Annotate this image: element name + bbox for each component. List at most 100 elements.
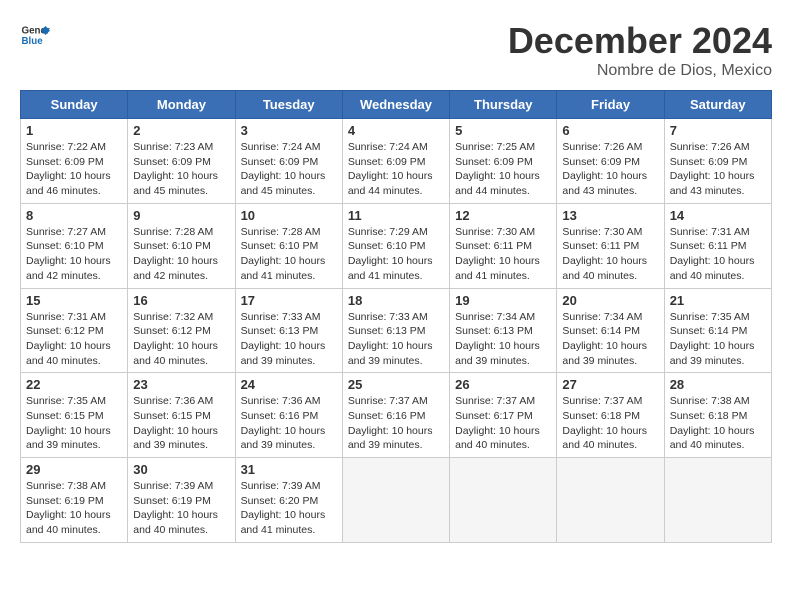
logo: General Blue [20, 20, 50, 50]
day-number: 17 [241, 293, 337, 308]
day-number: 3 [241, 123, 337, 138]
calendar-cell: 8 Sunrise: 7:27 AMSunset: 6:10 PMDayligh… [21, 203, 128, 288]
weekday-header-thursday: Thursday [450, 91, 557, 119]
day-number: 29 [26, 462, 122, 477]
day-info: Sunrise: 7:38 AMSunset: 6:19 PMDaylight:… [26, 479, 122, 538]
day-info: Sunrise: 7:24 AMSunset: 6:09 PMDaylight:… [241, 140, 337, 199]
day-number: 12 [455, 208, 551, 223]
calendar-cell: 9 Sunrise: 7:28 AMSunset: 6:10 PMDayligh… [128, 203, 235, 288]
day-number: 4 [348, 123, 444, 138]
location: Nombre de Dios, Mexico [508, 62, 772, 80]
calendar-cell: 7 Sunrise: 7:26 AMSunset: 6:09 PMDayligh… [664, 119, 771, 204]
day-info: Sunrise: 7:35 AMSunset: 6:15 PMDaylight:… [26, 394, 122, 453]
day-info: Sunrise: 7:26 AMSunset: 6:09 PMDaylight:… [562, 140, 658, 199]
title-block: December 2024 Nombre de Dios, Mexico [508, 20, 772, 80]
day-info: Sunrise: 7:37 AMSunset: 6:16 PMDaylight:… [348, 394, 444, 453]
calendar-cell: 10 Sunrise: 7:28 AMSunset: 6:10 PMDaylig… [235, 203, 342, 288]
day-number: 28 [670, 377, 766, 392]
day-info: Sunrise: 7:34 AMSunset: 6:14 PMDaylight:… [562, 310, 658, 369]
weekday-header-friday: Friday [557, 91, 664, 119]
day-info: Sunrise: 7:22 AMSunset: 6:09 PMDaylight:… [26, 140, 122, 199]
day-number: 25 [348, 377, 444, 392]
weekday-header-row: SundayMondayTuesdayWednesdayThursdayFrid… [21, 91, 772, 119]
day-number: 9 [133, 208, 229, 223]
day-info: Sunrise: 7:38 AMSunset: 6:18 PMDaylight:… [670, 394, 766, 453]
day-info: Sunrise: 7:28 AMSunset: 6:10 PMDaylight:… [133, 225, 229, 284]
day-info: Sunrise: 7:27 AMSunset: 6:10 PMDaylight:… [26, 225, 122, 284]
day-number: 23 [133, 377, 229, 392]
logo-icon: General Blue [20, 20, 50, 50]
day-info: Sunrise: 7:35 AMSunset: 6:14 PMDaylight:… [670, 310, 766, 369]
day-number: 21 [670, 293, 766, 308]
calendar-cell: 16 Sunrise: 7:32 AMSunset: 6:12 PMDaylig… [128, 288, 235, 373]
page-header: General Blue December 2024 Nombre de Dio… [20, 20, 772, 80]
calendar-cell: 6 Sunrise: 7:26 AMSunset: 6:09 PMDayligh… [557, 119, 664, 204]
weekday-header-sunday: Sunday [21, 91, 128, 119]
calendar-cell: 13 Sunrise: 7:30 AMSunset: 6:11 PMDaylig… [557, 203, 664, 288]
day-info: Sunrise: 7:37 AMSunset: 6:17 PMDaylight:… [455, 394, 551, 453]
day-number: 2 [133, 123, 229, 138]
calendar-cell: 14 Sunrise: 7:31 AMSunset: 6:11 PMDaylig… [664, 203, 771, 288]
weekday-header-monday: Monday [128, 91, 235, 119]
calendar-table: SundayMondayTuesdayWednesdayThursdayFrid… [20, 90, 772, 543]
calendar-cell: 24 Sunrise: 7:36 AMSunset: 6:16 PMDaylig… [235, 373, 342, 458]
day-info: Sunrise: 7:33 AMSunset: 6:13 PMDaylight:… [348, 310, 444, 369]
day-number: 6 [562, 123, 658, 138]
day-info: Sunrise: 7:39 AMSunset: 6:19 PMDaylight:… [133, 479, 229, 538]
day-info: Sunrise: 7:39 AMSunset: 6:20 PMDaylight:… [241, 479, 337, 538]
day-number: 10 [241, 208, 337, 223]
day-number: 15 [26, 293, 122, 308]
calendar-cell: 17 Sunrise: 7:33 AMSunset: 6:13 PMDaylig… [235, 288, 342, 373]
day-number: 18 [348, 293, 444, 308]
calendar-cell: 23 Sunrise: 7:36 AMSunset: 6:15 PMDaylig… [128, 373, 235, 458]
calendar-cell [664, 458, 771, 543]
day-number: 24 [241, 377, 337, 392]
calendar-week-row: 29 Sunrise: 7:38 AMSunset: 6:19 PMDaylig… [21, 458, 772, 543]
day-info: Sunrise: 7:24 AMSunset: 6:09 PMDaylight:… [348, 140, 444, 199]
day-info: Sunrise: 7:31 AMSunset: 6:11 PMDaylight:… [670, 225, 766, 284]
day-number: 26 [455, 377, 551, 392]
day-number: 27 [562, 377, 658, 392]
day-number: 14 [670, 208, 766, 223]
calendar-cell: 30 Sunrise: 7:39 AMSunset: 6:19 PMDaylig… [128, 458, 235, 543]
day-number: 8 [26, 208, 122, 223]
day-info: Sunrise: 7:29 AMSunset: 6:10 PMDaylight:… [348, 225, 444, 284]
calendar-cell: 12 Sunrise: 7:30 AMSunset: 6:11 PMDaylig… [450, 203, 557, 288]
calendar-cell: 31 Sunrise: 7:39 AMSunset: 6:20 PMDaylig… [235, 458, 342, 543]
day-info: Sunrise: 7:36 AMSunset: 6:16 PMDaylight:… [241, 394, 337, 453]
calendar-cell: 26 Sunrise: 7:37 AMSunset: 6:17 PMDaylig… [450, 373, 557, 458]
calendar-cell: 3 Sunrise: 7:24 AMSunset: 6:09 PMDayligh… [235, 119, 342, 204]
day-number: 30 [133, 462, 229, 477]
calendar-cell: 2 Sunrise: 7:23 AMSunset: 6:09 PMDayligh… [128, 119, 235, 204]
day-info: Sunrise: 7:34 AMSunset: 6:13 PMDaylight:… [455, 310, 551, 369]
calendar-cell: 21 Sunrise: 7:35 AMSunset: 6:14 PMDaylig… [664, 288, 771, 373]
day-number: 7 [670, 123, 766, 138]
day-number: 31 [241, 462, 337, 477]
day-info: Sunrise: 7:37 AMSunset: 6:18 PMDaylight:… [562, 394, 658, 453]
day-number: 13 [562, 208, 658, 223]
calendar-cell: 29 Sunrise: 7:38 AMSunset: 6:19 PMDaylig… [21, 458, 128, 543]
day-number: 1 [26, 123, 122, 138]
day-number: 5 [455, 123, 551, 138]
day-number: 19 [455, 293, 551, 308]
day-info: Sunrise: 7:30 AMSunset: 6:11 PMDaylight:… [562, 225, 658, 284]
calendar-week-row: 8 Sunrise: 7:27 AMSunset: 6:10 PMDayligh… [21, 203, 772, 288]
calendar-cell: 11 Sunrise: 7:29 AMSunset: 6:10 PMDaylig… [342, 203, 449, 288]
day-info: Sunrise: 7:28 AMSunset: 6:10 PMDaylight:… [241, 225, 337, 284]
weekday-header-wednesday: Wednesday [342, 91, 449, 119]
calendar-cell: 25 Sunrise: 7:37 AMSunset: 6:16 PMDaylig… [342, 373, 449, 458]
day-number: 22 [26, 377, 122, 392]
day-number: 11 [348, 208, 444, 223]
month-title: December 2024 [508, 20, 772, 62]
day-info: Sunrise: 7:23 AMSunset: 6:09 PMDaylight:… [133, 140, 229, 199]
calendar-week-row: 1 Sunrise: 7:22 AMSunset: 6:09 PMDayligh… [21, 119, 772, 204]
day-info: Sunrise: 7:36 AMSunset: 6:15 PMDaylight:… [133, 394, 229, 453]
calendar-cell [450, 458, 557, 543]
calendar-week-row: 22 Sunrise: 7:35 AMSunset: 6:15 PMDaylig… [21, 373, 772, 458]
calendar-cell: 4 Sunrise: 7:24 AMSunset: 6:09 PMDayligh… [342, 119, 449, 204]
day-info: Sunrise: 7:30 AMSunset: 6:11 PMDaylight:… [455, 225, 551, 284]
calendar-cell: 1 Sunrise: 7:22 AMSunset: 6:09 PMDayligh… [21, 119, 128, 204]
calendar-cell: 15 Sunrise: 7:31 AMSunset: 6:12 PMDaylig… [21, 288, 128, 373]
calendar-cell: 20 Sunrise: 7:34 AMSunset: 6:14 PMDaylig… [557, 288, 664, 373]
calendar-cell: 5 Sunrise: 7:25 AMSunset: 6:09 PMDayligh… [450, 119, 557, 204]
